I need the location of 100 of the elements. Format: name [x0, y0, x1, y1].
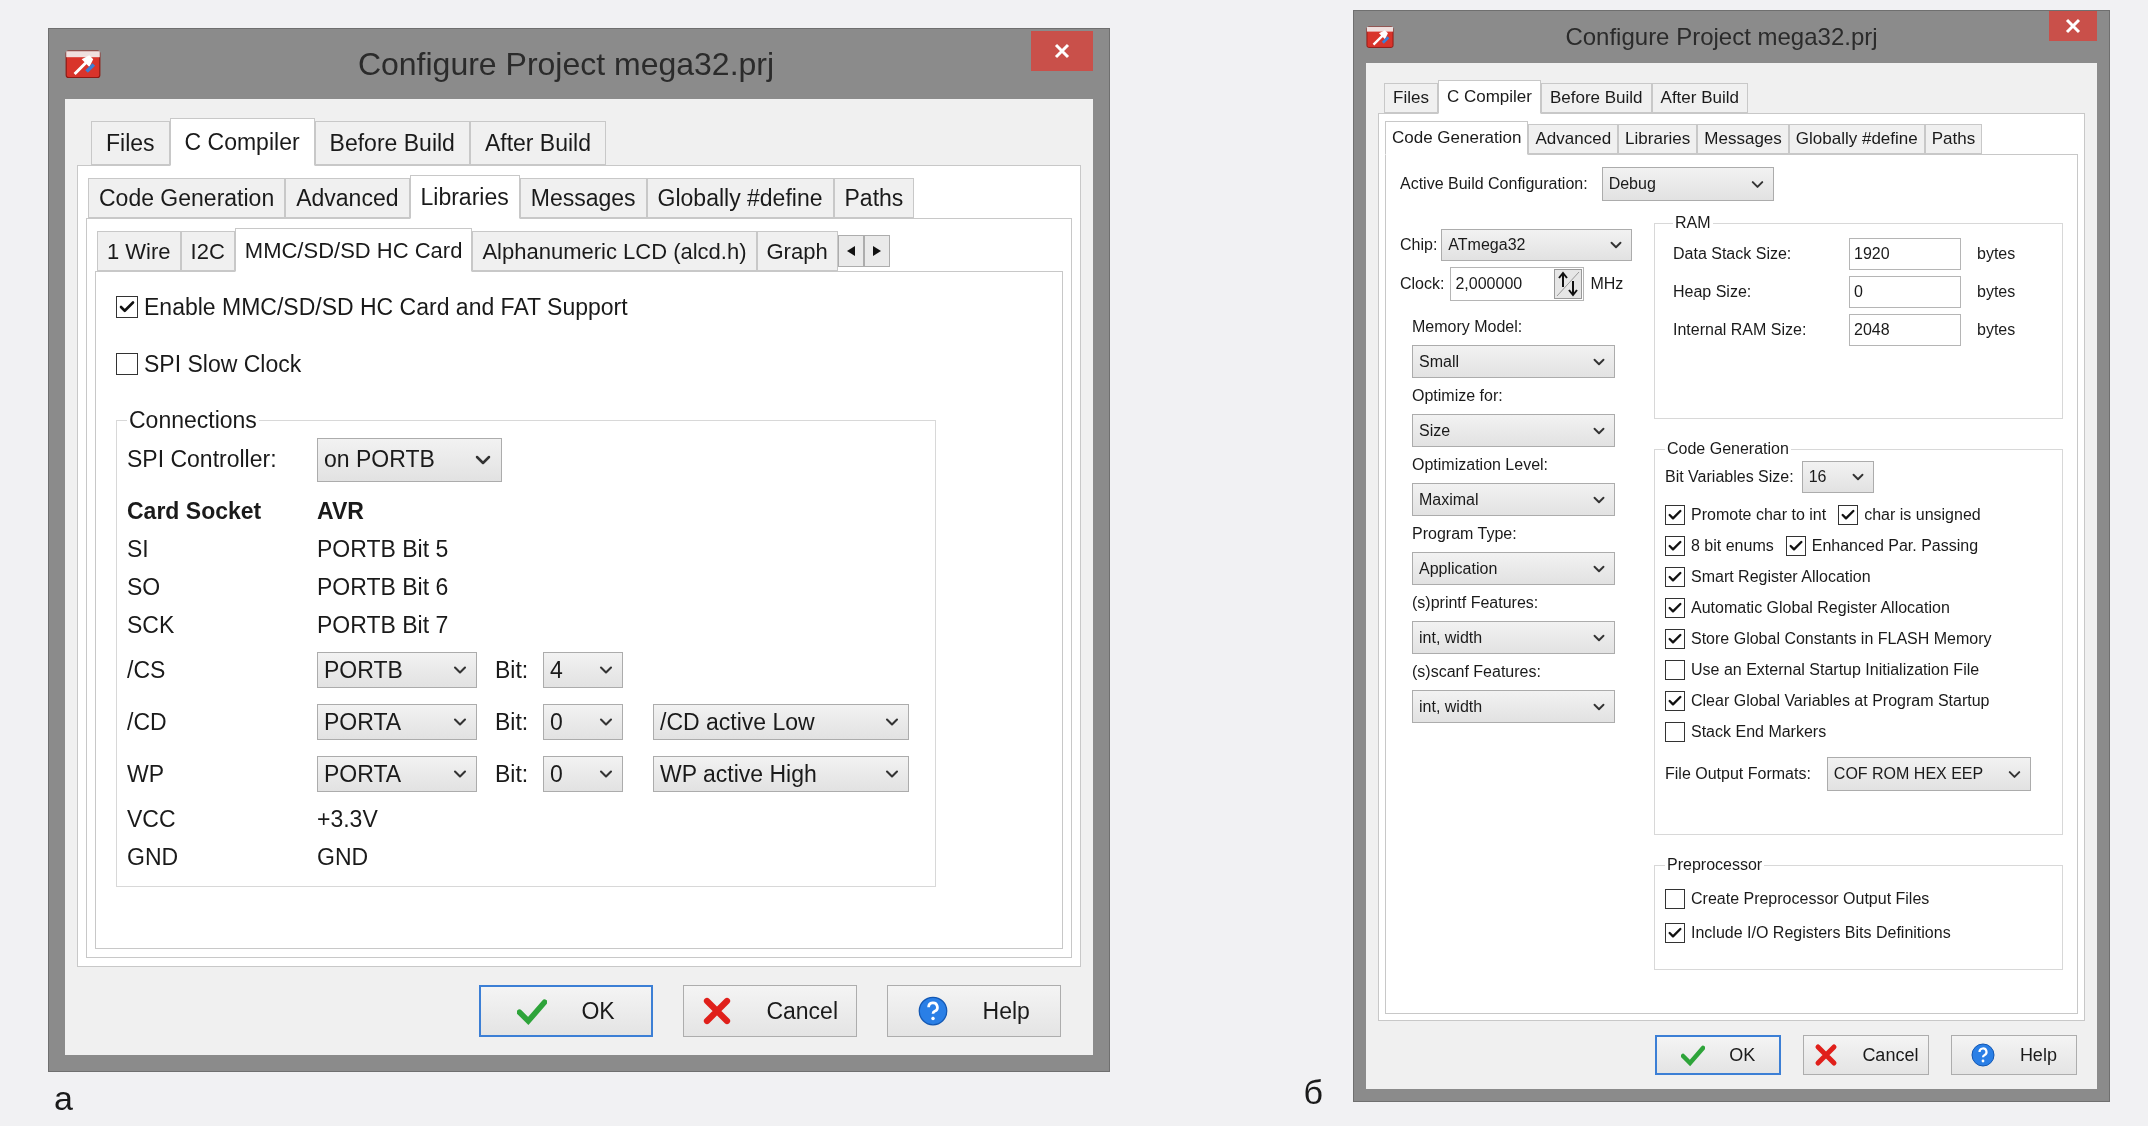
tab[interactable]: Advanced: [1528, 124, 1619, 154]
field-label: Memory Model:: [1412, 317, 1524, 337]
field-label: (s)printf Features:: [1412, 593, 1540, 613]
checkbox[interactable]: [116, 352, 138, 375]
checkbox[interactable]: [1665, 566, 1685, 587]
spin-field[interactable]: 2,000000: [1450, 267, 1585, 301]
dropdown[interactable]: on PORTB: [317, 437, 502, 482]
field-label: File Output Formats:: [1665, 764, 1811, 784]
tab[interactable]: Before Build: [1540, 83, 1652, 113]
tab[interactable]: I2C: [180, 231, 235, 271]
input-field[interactable]: 2048: [1849, 314, 1961, 346]
checkmark-icon: [1680, 1043, 1705, 1067]
unit-label: bytes: [1977, 282, 2016, 302]
help-icon: [918, 996, 949, 1026]
checkbox-label: Enhanced Par. Passing: [1811, 535, 1979, 556]
cancel-button[interactable]: Cancel: [1803, 1035, 1929, 1075]
input-field[interactable]: 0: [1849, 276, 1961, 308]
checkbox-label: Stack End Markers: [1691, 721, 1827, 742]
field-label: Bit:: [495, 655, 530, 685]
field-label: (s)scanf Features:: [1412, 662, 1542, 682]
checkbox[interactable]: [1665, 721, 1685, 742]
figure-caption: б: [1303, 1072, 1323, 1112]
dropdown[interactable]: /CD active Low: [653, 704, 909, 740]
tab[interactable]: Graph: [756, 231, 838, 271]
dropdown[interactable]: Application: [1412, 552, 1615, 585]
dropdown[interactable]: WP active High: [653, 756, 909, 792]
left-triangle-icon: [846, 246, 855, 256]
checkbox[interactable]: [1665, 690, 1685, 711]
dropdown[interactable]: Small: [1412, 345, 1615, 378]
field-label: Data Stack Size:: [1673, 244, 1793, 264]
checkbox[interactable]: [1665, 535, 1685, 556]
dropdown[interactable]: 0: [543, 756, 623, 792]
help-button[interactable]: Help: [1951, 1035, 2077, 1075]
dropdown[interactable]: ATmega32: [1441, 229, 1632, 261]
checkbox-label: Store Global Constants in FLASH Memory: [1691, 628, 1992, 649]
field-label: Heap Size:: [1673, 282, 1753, 302]
scroll-button[interactable]: [863, 235, 890, 267]
tab[interactable]: Advanced: [285, 178, 410, 218]
pin-name: VCC: [127, 804, 177, 834]
help-button[interactable]: Help: [887, 985, 1061, 1037]
checkbox[interactable]: [1665, 659, 1685, 680]
cancel-button[interactable]: Cancel: [683, 985, 857, 1037]
tab[interactable]: After Build: [1651, 83, 1748, 113]
checkbox[interactable]: [1838, 504, 1859, 525]
field-label: Optimize for:: [1412, 386, 1504, 406]
dropdown[interactable]: 16: [1801, 461, 1874, 493]
tab[interactable]: Code Generation: [1385, 121, 1529, 155]
dropdown[interactable]: Debug: [1601, 167, 1774, 201]
tab[interactable]: Messages: [1697, 124, 1789, 154]
dropdown[interactable]: PORTA: [317, 704, 477, 740]
pin-value: +3.3V: [317, 804, 378, 834]
tab[interactable]: Code Generation: [88, 178, 286, 218]
tab[interactable]: Globally #define: [646, 178, 834, 218]
dropdown[interactable]: int, width: [1412, 621, 1615, 654]
checkbox-label: Use an External Startup Initialization File: [1691, 659, 1980, 680]
tab[interactable]: Before Build: [314, 121, 470, 165]
dropdown[interactable]: Size: [1412, 414, 1615, 447]
pin-name: SCK: [127, 610, 176, 640]
cross-icon: [702, 996, 732, 1026]
checkbox[interactable]: [1665, 923, 1685, 943]
tab[interactable]: Files: [1384, 83, 1438, 113]
scroll-button[interactable]: [837, 235, 864, 267]
field-label: Program Type:: [1412, 524, 1518, 544]
tab[interactable]: C Compiler: [169, 118, 315, 166]
tab[interactable]: Alphanumeric LCD (alcd.h): [472, 231, 757, 271]
tab[interactable]: Messages: [519, 178, 647, 218]
tab[interactable]: Paths: [1924, 124, 1983, 154]
dropdown[interactable]: COF ROM HEX EEP: [1826, 757, 2031, 791]
checkbox[interactable]: [1665, 504, 1685, 525]
dropdown[interactable]: PORTA: [317, 756, 477, 792]
dropdown[interactable]: int, width: [1412, 690, 1615, 723]
checkbox[interactable]: [116, 296, 138, 319]
dropdown[interactable]: 4: [543, 652, 623, 688]
checkbox[interactable]: [1785, 535, 1806, 556]
tab[interactable]: 1 Wire: [97, 231, 181, 271]
ok-button[interactable]: OK: [1655, 1035, 1781, 1075]
tab[interactable]: Files: [91, 121, 170, 165]
tab[interactable]: Globally #define: [1788, 124, 1925, 154]
checkmark-icon: [517, 996, 548, 1026]
close-button[interactable]: [1031, 31, 1093, 71]
ok-button[interactable]: OK: [479, 985, 653, 1037]
tab[interactable]: Paths: [833, 178, 915, 218]
checkbox[interactable]: [1665, 597, 1685, 618]
close-button[interactable]: [2049, 11, 2097, 41]
checkbox[interactable]: [1665, 889, 1685, 909]
pin-name: WP: [127, 759, 166, 789]
dropdown[interactable]: PORTB: [317, 652, 477, 688]
checkbox[interactable]: [1665, 628, 1685, 649]
input-field[interactable]: 1920: [1849, 238, 1961, 270]
dropdown[interactable]: 0: [543, 704, 623, 740]
tab[interactable]: C Compiler: [1437, 80, 1541, 114]
tab[interactable]: Libraries: [1618, 124, 1698, 154]
field-label: Chip:: [1400, 235, 1438, 255]
figure-caption: а: [53, 1078, 74, 1118]
dropdown[interactable]: Maximal: [1412, 483, 1615, 516]
tab[interactable]: After Build: [469, 121, 606, 165]
tab[interactable]: MMC/SD/SD HC Card: [234, 228, 473, 272]
field-label: Active Build Configuration:: [1400, 174, 1588, 194]
checkbox-label: Include I/O Registers Bits Definitions: [1691, 923, 1951, 943]
tab[interactable]: Libraries: [409, 175, 520, 219]
